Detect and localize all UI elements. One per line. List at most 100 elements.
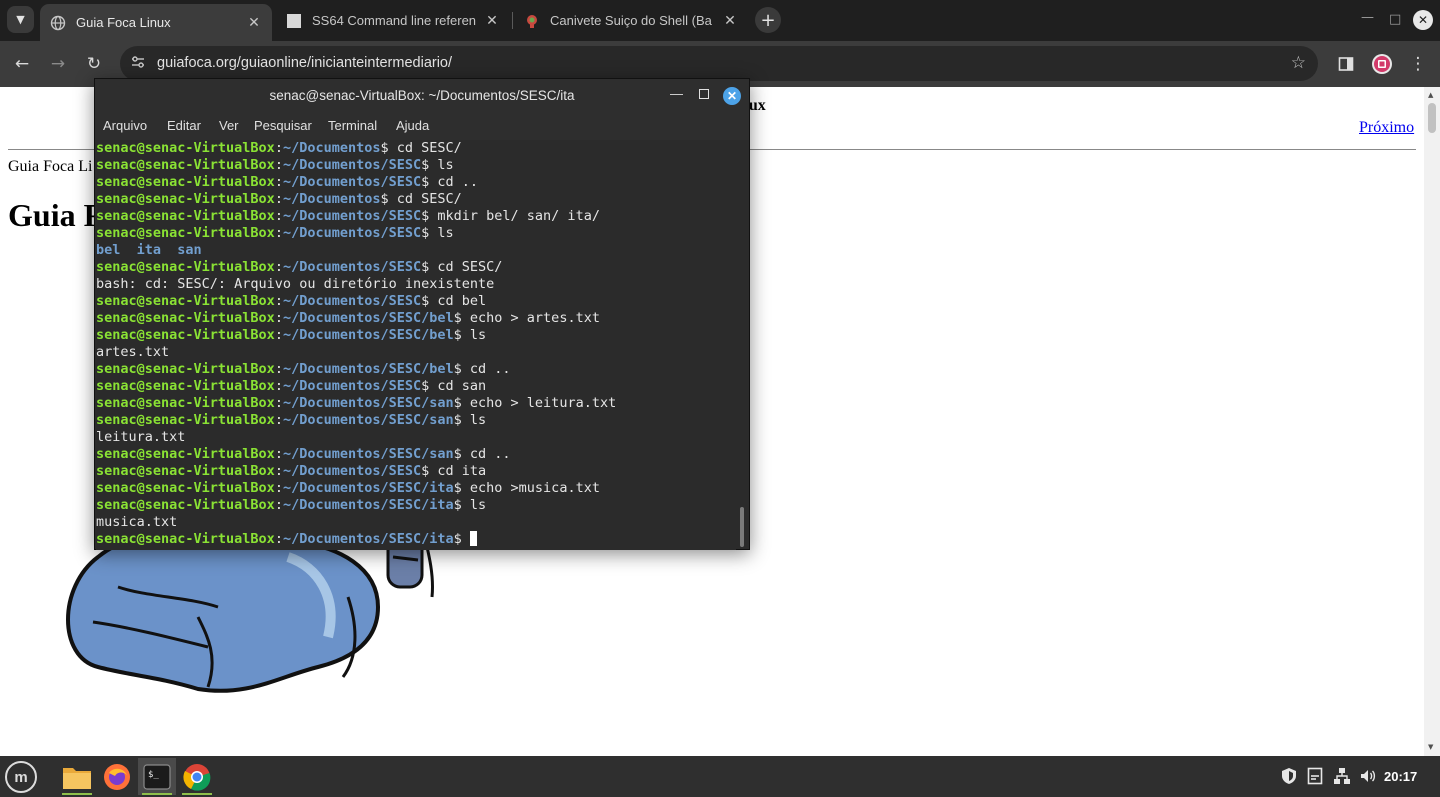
- terminal-icon: $_: [143, 763, 171, 790]
- chevron-down-icon: ▼: [16, 13, 25, 26]
- prompt-user: senac@senac-VirtualBox: [96, 191, 275, 207]
- tab-canivete[interactable]: Canivete Suiço do Shell (Ba ✕: [514, 4, 748, 37]
- terminal-scrollbar[interactable]: [740, 507, 744, 547]
- command-text: ls: [429, 225, 454, 241]
- prompt-colon: :: [274, 225, 283, 241]
- forward-button[interactable]: →: [44, 50, 72, 78]
- prompt-colon: :: [274, 361, 283, 377]
- scroll-up-icon[interactable]: ▲: [1428, 91, 1433, 99]
- side-panel-button[interactable]: [1332, 50, 1360, 78]
- prompt-path: ~/Documentos/SESC: [282, 293, 422, 309]
- profile-button[interactable]: [1368, 50, 1396, 78]
- prompt-dollar: $: [380, 140, 389, 156]
- terminal-line: leitura.txt: [96, 429, 736, 446]
- prompt-path: ~/Documentos/SESC: [282, 157, 422, 173]
- chrome-icon: [183, 763, 211, 791]
- close-icon: ✕: [1417, 13, 1429, 27]
- terminal-line: bel ita san: [96, 242, 736, 259]
- scroll-down-icon[interactable]: ▼: [1428, 743, 1433, 751]
- address-bar[interactable]: guiafoca.org/guiaonline/inicianteinterme…: [120, 46, 1318, 81]
- shield-icon[interactable]: [1280, 767, 1298, 789]
- prompt-colon: :: [274, 174, 283, 190]
- taskbar-files[interactable]: [58, 758, 96, 795]
- reload-button[interactable]: ↻: [80, 50, 108, 78]
- taskbar-chrome[interactable]: [178, 758, 216, 795]
- site-settings-icon[interactable]: [130, 54, 148, 72]
- url-text: guiafoca.org/guiaonline/inicianteinterme…: [157, 55, 453, 71]
- mint-menu-button[interactable]: m: [5, 761, 37, 793]
- prompt-colon: :: [274, 293, 283, 309]
- prompt-path: ~/Documentos/SESC/san: [282, 395, 454, 411]
- prompt-dollar: $: [453, 361, 462, 377]
- prompt-user: senac@senac-VirtualBox: [96, 497, 275, 513]
- terminal-line: bash: cd: SESC/: Arquivo ou diretório in…: [96, 276, 736, 293]
- close-icon[interactable]: ✕: [246, 14, 262, 31]
- command-text: ls: [429, 157, 454, 173]
- prompt-colon: :: [274, 412, 283, 428]
- command-text: echo > leitura.txt: [461, 395, 617, 411]
- close-icon[interactable]: ✕: [722, 12, 738, 29]
- close-icon[interactable]: ✕: [484, 12, 500, 29]
- notes-icon[interactable]: [1307, 767, 1323, 789]
- menu-terminal[interactable]: Terminal: [328, 118, 377, 133]
- page-scrollbar[interactable]: ▲ ▼: [1424, 87, 1440, 756]
- volume-icon[interactable]: [1359, 767, 1377, 789]
- tab-search-button[interactable]: ▼: [7, 6, 34, 33]
- globe-icon: [50, 15, 66, 31]
- command-output: bash: cd: SESC/: Arquivo ou diretório in…: [96, 276, 495, 292]
- menu-editar[interactable]: Editar: [167, 118, 201, 133]
- clock[interactable]: 20:17: [1384, 769, 1417, 784]
- menu-arquivo[interactable]: Arquivo: [103, 118, 147, 133]
- prompt-dollar: $: [453, 446, 462, 462]
- menu-pesquisar[interactable]: Pesquisar: [254, 118, 312, 133]
- prompt-path: ~/Documentos/SESC: [282, 259, 422, 275]
- chrome-menu-button[interactable]: ⋮: [1404, 50, 1432, 78]
- menu-ver[interactable]: Ver: [219, 118, 239, 133]
- terminal-line: senac@senac-VirtualBox:~/Documentos/SESC…: [96, 480, 736, 497]
- tab-ss64[interactable]: SS64 Command line referen ✕: [276, 4, 510, 37]
- terminal-output[interactable]: senac@senac-VirtualBox:~/Documentos$ cd …: [96, 140, 736, 550]
- terminal-line: musica.txt: [96, 514, 736, 531]
- prompt-colon: :: [274, 259, 283, 275]
- new-tab-button[interactable]: +: [755, 7, 781, 33]
- prompt-path: ~/Documentos/SESC/bel: [282, 310, 454, 326]
- command-text: cd SESC/: [429, 259, 503, 275]
- terminal-titlebar[interactable]: senac@senac-VirtualBox: ~/Documentos/SES…: [95, 79, 749, 112]
- prompt-path: ~/Documentos/SESC/san: [282, 446, 454, 462]
- prompt-user: senac@senac-VirtualBox: [96, 361, 275, 377]
- scrollbar-thumb[interactable]: [1428, 103, 1436, 133]
- maximize-icon[interactable]: □: [1389, 12, 1401, 27]
- terminal-close-button[interactable]: ✕: [723, 87, 741, 105]
- plus-icon: +: [760, 9, 776, 31]
- menu-ajuda[interactable]: Ajuda: [396, 118, 429, 133]
- tab-guia-foca[interactable]: Guia Foca Linux ✕: [40, 4, 272, 41]
- taskbar-terminal[interactable]: $_: [138, 758, 176, 795]
- terminal-line: senac@senac-VirtualBox:~/Documentos$ cd …: [96, 140, 736, 157]
- more-vert-icon: ⋮: [1409, 54, 1427, 74]
- maximize-icon[interactable]: [699, 89, 709, 99]
- window-close-button[interactable]: ✕: [1413, 10, 1433, 30]
- prompt-user: senac@senac-VirtualBox: [96, 378, 275, 394]
- back-button[interactable]: ←: [8, 50, 36, 78]
- terminal-title: senac@senac-VirtualBox: ~/Documentos/SES…: [269, 88, 575, 103]
- tab-title: Canivete Suiço do Shell (Ba: [550, 13, 712, 28]
- taskbar-firefox[interactable]: [98, 758, 136, 795]
- avatar: [1372, 54, 1392, 74]
- shell-site-icon: [524, 13, 540, 29]
- prompt-user: senac@senac-VirtualBox: [96, 531, 275, 547]
- prompt-colon: :: [274, 208, 283, 224]
- minimize-icon[interactable]: —: [670, 86, 683, 101]
- bookmark-star-icon[interactable]: ☆: [1291, 53, 1306, 73]
- minimize-icon[interactable]: —: [1361, 10, 1374, 25]
- terminal-line: senac@senac-VirtualBox:~/Documentos/SESC…: [96, 446, 736, 463]
- terminal-line: senac@senac-VirtualBox:~/Documentos/SESC…: [96, 174, 736, 191]
- command-text: [462, 531, 470, 547]
- terminal-window[interactable]: senac@senac-VirtualBox: ~/Documentos/SES…: [94, 78, 750, 550]
- prompt-colon: :: [274, 310, 283, 326]
- prompt-dollar: $: [453, 531, 462, 547]
- next-page-link[interactable]: Próximo: [1359, 119, 1414, 137]
- command-text: cd ..: [461, 446, 511, 462]
- prompt-path: ~/Documentos/SESC: [282, 463, 422, 479]
- network-icon[interactable]: [1333, 767, 1351, 789]
- arrow-left-icon: ←: [14, 54, 30, 74]
